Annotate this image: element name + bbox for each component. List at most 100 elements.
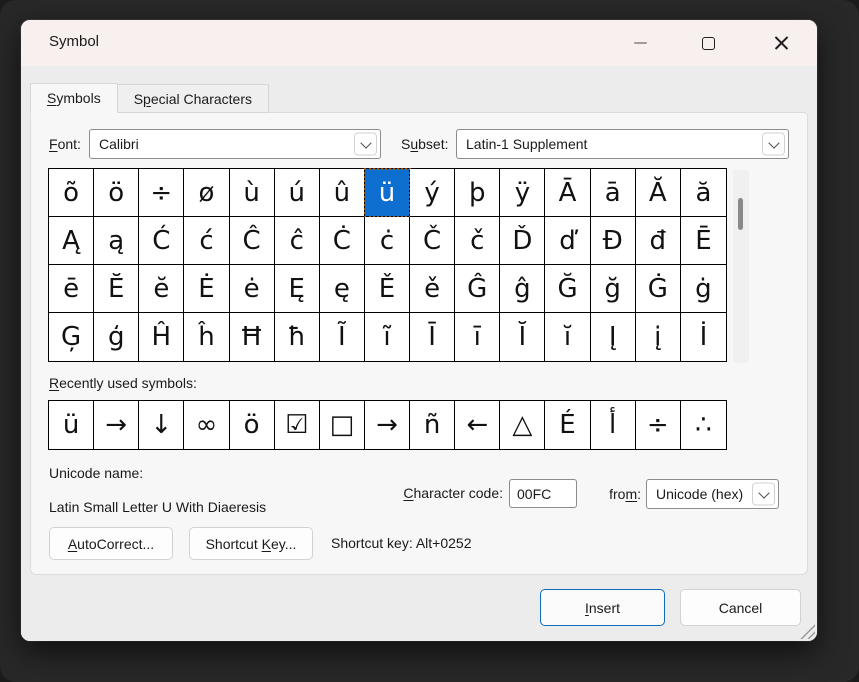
- dialog-footer: Insert Cancel: [21, 575, 817, 641]
- symbol-cell[interactable]: ā: [591, 169, 636, 217]
- symbol-cell[interactable]: į: [636, 313, 681, 361]
- symbol-cell[interactable]: ī: [455, 313, 500, 361]
- symbol-cell[interactable]: ģ: [94, 313, 139, 361]
- recent-symbol-cell[interactable]: ÷: [636, 401, 681, 449]
- recent-symbol-cell[interactable]: ∞: [184, 401, 229, 449]
- symbol-cell[interactable]: ĉ: [275, 217, 320, 265]
- symbol-cell[interactable]: Đ: [591, 217, 636, 265]
- symbol-cell[interactable]: Ą: [49, 217, 94, 265]
- tab-symbols[interactable]: Symbols: [30, 83, 118, 113]
- recent-symbol-cell[interactable]: أ: [591, 401, 636, 449]
- symbol-cell[interactable]: õ: [49, 169, 94, 217]
- symbol-cell[interactable]: Ī: [410, 313, 455, 361]
- symbol-cell[interactable]: Ġ: [636, 265, 681, 313]
- chevron-down-icon[interactable]: [752, 483, 775, 506]
- symbol-cell[interactable]: ĭ: [545, 313, 590, 361]
- symbol-cell[interactable]: Ă: [636, 169, 681, 217]
- tab-strip: Symbols Special Characters: [30, 83, 269, 113]
- character-code-input[interactable]: [509, 479, 577, 508]
- from-dropdown[interactable]: Unicode (hex): [646, 479, 779, 509]
- symbol-cell[interactable]: þ: [455, 169, 500, 217]
- symbol-cell[interactable]: ē: [49, 265, 94, 313]
- symbol-cell[interactable]: Ē: [681, 217, 726, 265]
- symbol-cell[interactable]: Ā: [545, 169, 590, 217]
- symbol-cell[interactable]: û: [320, 169, 365, 217]
- symbol-cell[interactable]: ě: [410, 265, 455, 313]
- symbol-cell[interactable]: İ: [681, 313, 726, 361]
- shortcut-key-button[interactable]: Shortcut Key...: [189, 527, 313, 560]
- symbol-cell[interactable]: ý: [410, 169, 455, 217]
- maximize-button[interactable]: [685, 20, 731, 66]
- symbol-cell[interactable]: Ĭ: [500, 313, 545, 361]
- insert-button[interactable]: Insert: [540, 589, 665, 626]
- chevron-down-icon[interactable]: [354, 133, 377, 156]
- symbol-cell[interactable]: ą: [94, 217, 139, 265]
- symbol-cell[interactable]: Ĩ: [320, 313, 365, 361]
- symbol-cell[interactable]: ă: [681, 169, 726, 217]
- symbol-cell[interactable]: Ě: [365, 265, 410, 313]
- symbol-cell[interactable]: ÿ: [500, 169, 545, 217]
- symbol-cell[interactable]: Ĥ: [139, 313, 184, 361]
- symbol-cell[interactable]: Ĉ: [230, 217, 275, 265]
- scrollbar-thumb[interactable]: [738, 198, 743, 230]
- symbol-cell[interactable]: Ğ: [545, 265, 590, 313]
- symbol-cell[interactable]: ĩ: [365, 313, 410, 361]
- symbol-cell-selected[interactable]: ü: [365, 169, 410, 217]
- symbol-cell[interactable]: đ: [636, 217, 681, 265]
- grid-scrollbar[interactable]: [733, 170, 749, 363]
- tab-special-characters[interactable]: Special Characters: [118, 84, 269, 113]
- recent-symbol-cell[interactable]: ←: [455, 401, 500, 449]
- minimize-icon: [634, 42, 647, 44]
- minimize-button[interactable]: [617, 20, 663, 66]
- recent-symbol-cell[interactable]: ☑: [275, 401, 320, 449]
- recent-symbol-cell[interactable]: →: [365, 401, 410, 449]
- recent-symbol-cell[interactable]: □: [320, 401, 365, 449]
- recently-used-label: Recently used symbols:: [49, 375, 197, 391]
- recent-symbol-cell[interactable]: ü: [49, 401, 94, 449]
- subset-dropdown[interactable]: Latin-1 Supplement: [456, 129, 789, 159]
- recent-symbol-cell[interactable]: △: [500, 401, 545, 449]
- recent-symbol-cell[interactable]: ö: [230, 401, 275, 449]
- recent-symbol-cell[interactable]: ↓: [139, 401, 184, 449]
- cancel-button[interactable]: Cancel: [680, 589, 801, 626]
- symbol-cell[interactable]: Ħ: [230, 313, 275, 361]
- symbol-cell[interactable]: ù: [230, 169, 275, 217]
- titlebar[interactable]: Symbol: [21, 20, 817, 66]
- symbol-cell[interactable]: Č: [410, 217, 455, 265]
- symbol-cell[interactable]: ę: [320, 265, 365, 313]
- symbol-cell[interactable]: ø: [184, 169, 229, 217]
- symbol-cell[interactable]: Ĝ: [455, 265, 500, 313]
- symbol-cell[interactable]: ċ: [365, 217, 410, 265]
- symbol-cell[interactable]: ú: [275, 169, 320, 217]
- autocorrect-button[interactable]: AutoCorrect...: [49, 527, 173, 560]
- symbol-cell[interactable]: ć: [184, 217, 229, 265]
- recent-symbol-cell[interactable]: ∴: [681, 401, 726, 449]
- symbol-cell[interactable]: ħ: [275, 313, 320, 361]
- font-dropdown[interactable]: Calibri: [89, 129, 381, 159]
- symbol-cell[interactable]: ė: [230, 265, 275, 313]
- symbol-cell[interactable]: ÷: [139, 169, 184, 217]
- symbol-cell[interactable]: ğ: [591, 265, 636, 313]
- chevron-down-icon[interactable]: [762, 133, 785, 156]
- subset-dropdown-value: Latin-1 Supplement: [466, 130, 587, 158]
- symbol-cell[interactable]: Ģ: [49, 313, 94, 361]
- recent-symbol-cell[interactable]: É: [545, 401, 590, 449]
- symbol-cell[interactable]: ĝ: [500, 265, 545, 313]
- recent-symbol-cell[interactable]: ñ: [410, 401, 455, 449]
- symbol-cell[interactable]: Ĕ: [94, 265, 139, 313]
- close-button[interactable]: [758, 20, 804, 66]
- symbol-cell[interactable]: ġ: [681, 265, 726, 313]
- symbol-cell[interactable]: Į: [591, 313, 636, 361]
- symbol-cell[interactable]: Ę: [275, 265, 320, 313]
- symbol-cell[interactable]: č: [455, 217, 500, 265]
- symbol-grid: õö÷øùúûüýþÿĀāĂă ĄąĆćĈĉĊċČčĎďĐđĒēĔĕĖėĘęĚěĜ…: [48, 168, 727, 362]
- symbol-cell[interactable]: ĥ: [184, 313, 229, 361]
- symbol-cell[interactable]: Ć: [139, 217, 184, 265]
- symbol-cell[interactable]: Ė: [184, 265, 229, 313]
- symbol-cell[interactable]: Ċ: [320, 217, 365, 265]
- symbol-cell[interactable]: Ď: [500, 217, 545, 265]
- symbol-cell[interactable]: ĕ: [139, 265, 184, 313]
- symbol-cell[interactable]: ö: [94, 169, 139, 217]
- recent-symbol-cell[interactable]: →: [94, 401, 139, 449]
- symbol-cell[interactable]: ď: [545, 217, 590, 265]
